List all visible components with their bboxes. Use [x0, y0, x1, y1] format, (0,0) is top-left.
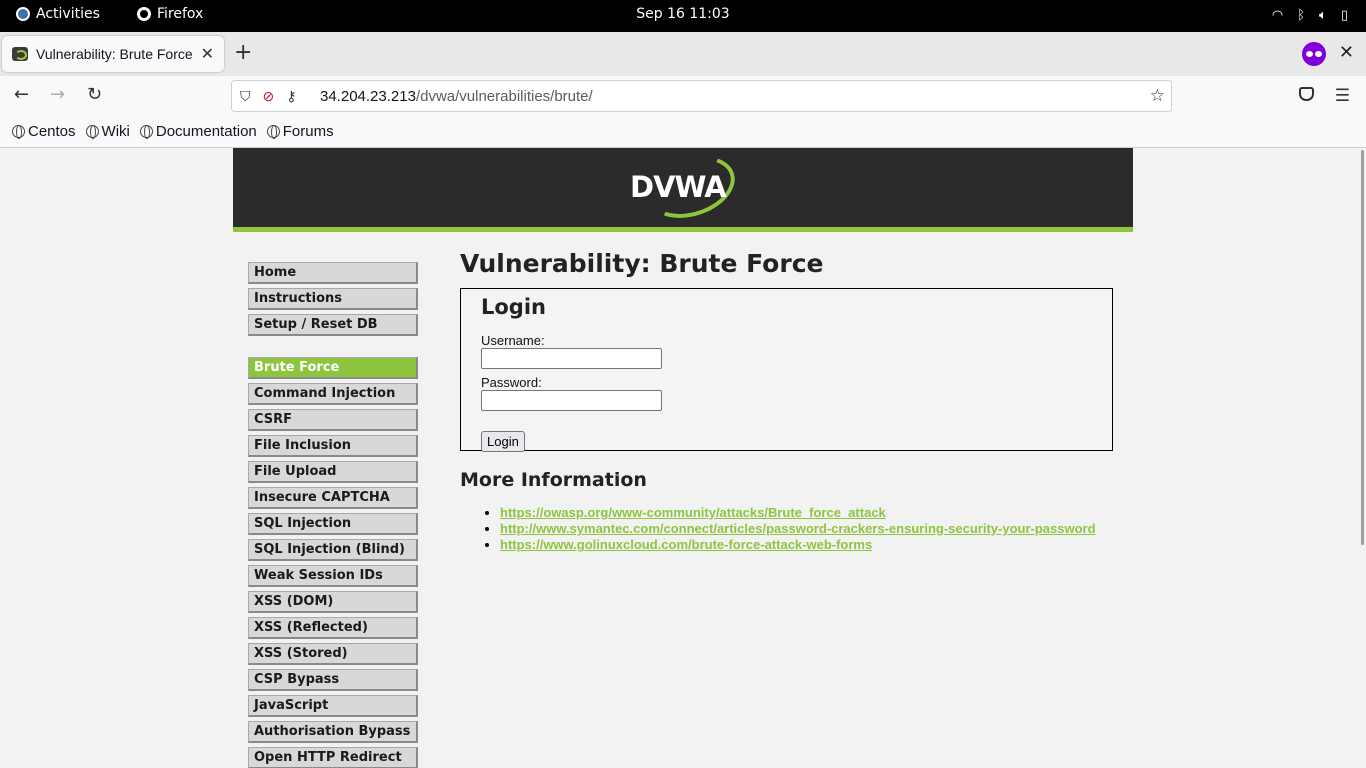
menu-item-xss-stored[interactable]: XSS (Stored) — [248, 643, 418, 665]
more-information-links: https://owasp.org/www-community/attacks/… — [460, 505, 1120, 552]
dvwa-logo: DVWA — [630, 148, 743, 229]
menu-item-insecure-captcha[interactable]: Insecure CAPTCHA — [248, 487, 418, 509]
menu-item-brute-force[interactable]: Brute Force — [248, 357, 418, 379]
activities-label: Activities — [36, 6, 100, 22]
bookmark-label: Centos — [28, 123, 76, 140]
menu-item-sql-injection-blind[interactable]: SQL Injection (Blind) — [248, 539, 418, 561]
login-button[interactable]: Login — [481, 431, 525, 452]
reload-button[interactable]: ↻ — [87, 84, 102, 106]
menu-item-xss-reflected[interactable]: XSS (Reflected) — [248, 617, 418, 639]
system-top-bar: Activities Firefox Sep 16 11:03 ◠ ᛒ 🔈︎ ▯ — [0, 0, 1366, 32]
logo-text: DVWA — [630, 170, 727, 204]
username-input[interactable] — [481, 348, 662, 369]
key-icon[interactable]: ⚷ — [286, 88, 296, 105]
dvwa-favicon-icon — [12, 47, 28, 61]
forward-button[interactable]: → — [50, 84, 65, 106]
dvwa-header: DVWA — [233, 148, 1133, 232]
bookmark-label: Documentation — [155, 123, 257, 140]
menu-item-file-inclusion[interactable]: File Inclusion — [248, 435, 418, 457]
url-path: /dvwa/vulnerabilities/brute/ — [415, 88, 593, 105]
hamburger-menu-icon[interactable]: ☰ — [1335, 86, 1350, 106]
tab-title: Vulnerability: Brute Force — [36, 46, 193, 62]
tracking-protection-shield-icon[interactable]: ⛉ — [240, 88, 251, 105]
list-item: http://www.symantec.com/connect/articles… — [500, 521, 1120, 536]
app-name: Firefox — [157, 6, 204, 22]
username-label: Username: — [481, 333, 545, 348]
bookmarks-toolbar: Centos Wiki Documentation Forums — [0, 116, 1366, 148]
menu-item-javascript[interactable]: JavaScript — [248, 695, 418, 717]
private-browsing-icon — [1302, 42, 1326, 66]
menu-item-csrf[interactable]: CSRF — [248, 409, 418, 431]
bookmark-label: Forums — [282, 123, 334, 140]
app-menu-button[interactable]: Firefox — [137, 6, 203, 22]
dvwa-body: Home Instructions Setup / Reset DB Brute F… — [233, 237, 1133, 768]
fedora-logo-icon — [16, 7, 30, 21]
symantec-link[interactable]: http://www.symantec.com/connect/articles… — [500, 521, 1096, 536]
main-content: Vulnerability: Brute Force Login Usernam… — [460, 249, 1120, 553]
menu-item-open-http-redirect[interactable]: Open HTTP Redirect — [248, 747, 418, 768]
menu-group-vulnerabilities: Brute Force Command Injection CSRF File Inc… — [248, 357, 418, 768]
owasp-link[interactable]: https://owasp.org/www-community/attacks/… — [500, 505, 886, 520]
navigation-bar: ← → ↻ ⛉ ⊘ ⚷ 34.204.23.213/dvwa/vulnerabi… — [0, 76, 1366, 116]
tab-strip: Vulnerability: Brute Force ✕ + ✕ — [0, 32, 1366, 76]
globe-icon — [139, 125, 153, 139]
page-viewport: DVWA Home Instructions Setup / Reset DB Br… — [0, 148, 1366, 768]
menu-item-file-upload[interactable]: File Upload — [248, 461, 418, 483]
url-text[interactable]: 34.204.23.213/dvwa/vulnerabilities/brute… — [320, 88, 593, 105]
wifi-icon: ◠ — [1271, 8, 1284, 23]
login-form-box: Login Username: Password: Login — [460, 288, 1113, 452]
url-host: 34.204.23.213 — [320, 88, 416, 105]
firefox-icon — [137, 7, 151, 21]
new-tab-button[interactable]: + — [234, 42, 252, 64]
menu-item-sql-injection[interactable]: SQL Injection — [248, 513, 418, 535]
bookmark-forums[interactable]: Forums — [266, 123, 334, 140]
menu-item-csp-bypass[interactable]: CSP Bypass — [248, 669, 418, 691]
bluetooth-icon: ᛒ — [1297, 8, 1306, 23]
list-item: https://www.golinuxcloud.com/brute-force… — [500, 537, 1120, 552]
url-bar[interactable]: ⛉ ⊘ ⚷ 34.204.23.213/dvwa/vulnerabilities… — [231, 80, 1172, 112]
bookmark-centos[interactable]: Centos — [12, 123, 76, 140]
bookmark-label: Wiki — [101, 123, 130, 140]
golinuxcloud-link[interactable]: https://www.golinuxcloud.com/brute-force… — [500, 537, 872, 552]
window-close-button[interactable]: ✕ — [1339, 42, 1354, 63]
bookmark-documentation[interactable]: Documentation — [139, 123, 257, 140]
insecure-connection-icon[interactable]: ⊘ — [263, 88, 275, 105]
password-label: Password: — [481, 375, 542, 390]
menu-item-xss-dom[interactable]: XSS (DOM) — [248, 591, 418, 613]
clock[interactable]: Sep 16 11:03 — [0, 6, 1366, 22]
menu-item-setup-reset-db[interactable]: Setup / Reset DB — [248, 314, 418, 336]
more-information-heading: More Information — [460, 469, 647, 491]
tab-close-icon[interactable]: ✕ — [201, 44, 214, 63]
bookmark-star-icon[interactable]: ☆ — [1150, 86, 1165, 106]
menu-item-weak-session-ids[interactable]: Weak Session IDs — [248, 565, 418, 587]
sidebar-menu: Home Instructions Setup / Reset DB Brute F… — [248, 262, 418, 768]
page-title: Vulnerability: Brute Force — [460, 249, 824, 278]
volume-icon: 🔈︎ — [1319, 8, 1327, 23]
list-item: https://owasp.org/www-community/attacks/… — [500, 505, 1120, 520]
system-tray[interactable]: ◠ ᛒ 🔈︎ ▯ — [1272, 7, 1348, 25]
login-heading: Login — [481, 295, 546, 319]
menu-item-command-injection[interactable]: Command Injection — [248, 383, 418, 405]
menu-item-instructions[interactable]: Instructions — [248, 288, 418, 310]
menu-item-authorisation-bypass[interactable]: Authorisation Bypass — [248, 721, 418, 743]
globe-icon — [266, 125, 280, 139]
globe-icon — [12, 125, 25, 139]
pocket-icon[interactable] — [1299, 87, 1314, 101]
menu-item-home[interactable]: Home — [248, 262, 418, 284]
back-button[interactable]: ← — [14, 84, 29, 106]
browser-tab[interactable]: Vulnerability: Brute Force ✕ — [2, 36, 224, 72]
activities-button[interactable]: Activities — [16, 6, 100, 22]
battery-icon: ▯ — [1340, 8, 1348, 23]
password-input[interactable] — [481, 390, 662, 411]
menu-group-general: Home Instructions Setup / Reset DB — [248, 262, 418, 336]
bookmark-wiki[interactable]: Wiki — [85, 123, 130, 140]
menu-gap — [248, 340, 418, 357]
page-scrollbar[interactable] — [1361, 150, 1364, 545]
globe-icon — [85, 125, 99, 139]
